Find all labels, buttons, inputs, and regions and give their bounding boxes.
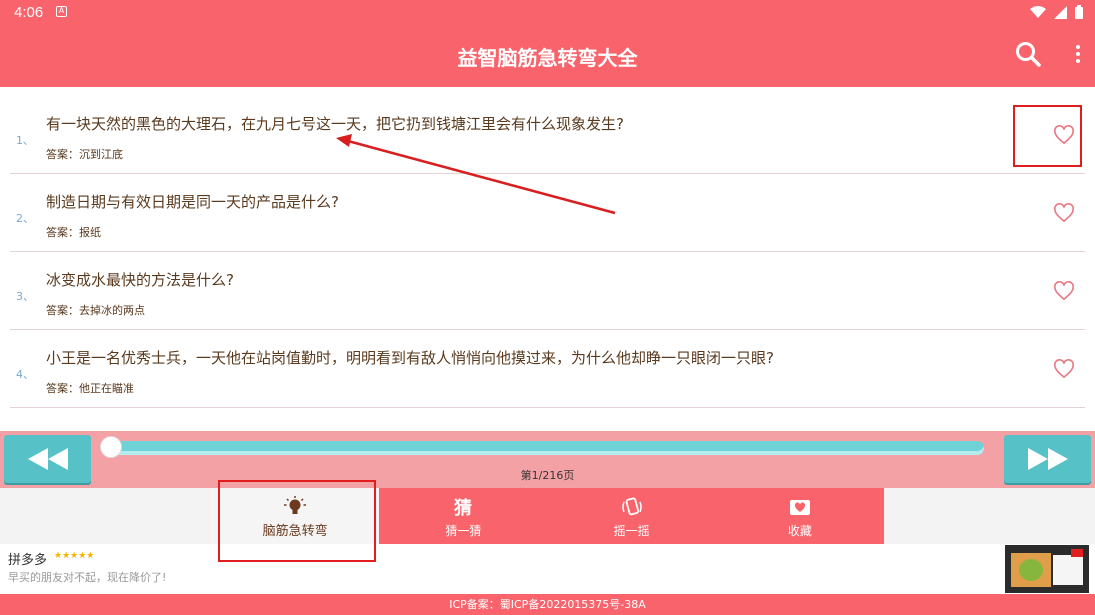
bottom-tabs: 脑筋急转弯 猜 猜一猜 摇一摇 收藏	[0, 488, 1095, 544]
riddle-item[interactable]: 1、 有一块天然的黑色的大理石，在九月七号这一天，把它扔到钱塘江里会有什么现象发…	[10, 97, 1085, 174]
page-slider-track[interactable]	[112, 441, 984, 455]
item-number: 1、	[16, 134, 34, 147]
item-answer: 答案：去掉冰的两点	[46, 304, 145, 317]
tab-label: 猜一猜	[445, 524, 482, 538]
tab-favorites[interactable]: 收藏	[716, 488, 884, 544]
tab-guess[interactable]: 猜 猜一猜	[379, 488, 547, 544]
ad-name: 拼多多	[8, 553, 48, 568]
riddle-item[interactable]: 3、 冰变成水最快的方法是什么? 答案：去掉冰的两点	[10, 253, 1085, 330]
favorite-heart-icon[interactable]	[1053, 359, 1075, 379]
item-question: 冰变成水最快的方法是什么?	[46, 271, 234, 289]
more-vert-icon[interactable]	[1075, 43, 1081, 65]
tab-label: 收藏	[787, 524, 812, 538]
fast-forward-icon	[1028, 448, 1068, 470]
item-number: 3、	[16, 290, 34, 303]
page-indicator: 第1/216页	[520, 469, 575, 482]
annotation-box	[218, 480, 376, 562]
app-bar: 益智脑筋急转弯大全	[0, 25, 1095, 87]
item-answer: 答案：沉到江底	[46, 148, 123, 161]
annotation-box	[1013, 105, 1082, 167]
ad-thumbnail[interactable]	[1005, 545, 1089, 593]
item-question: 制造日期与有效日期是同一天的产品是什么?	[46, 193, 339, 211]
guess-icon: 猜	[453, 498, 472, 518]
item-number: 2、	[16, 212, 34, 225]
system-icons	[1030, 5, 1083, 19]
status-time: 4:06	[14, 4, 44, 21]
ad-banner[interactable]: 拼多多 ★★★★★ 早买的朋友对不起，现在降价了!	[0, 544, 1095, 594]
status-bar: 4:06 A	[0, 0, 1095, 25]
ad-description: 早买的朋友对不起，现在降价了!	[8, 571, 167, 584]
favorite-heart-icon[interactable]	[1053, 281, 1075, 301]
item-answer: 答案：他正在瞄准	[46, 382, 134, 395]
item-answer: 答案：报纸	[46, 226, 101, 239]
pager: 第1/216页	[0, 431, 1095, 488]
icp-footer: ICP备案：蜀ICP备2022015375号-38A	[0, 594, 1095, 615]
page-title: 益智脑筋急转弯大全	[457, 46, 638, 70]
favorites-icon	[789, 500, 810, 515]
shake-icon	[621, 497, 642, 516]
riddle-item[interactable]: 4、 小王是一名优秀士兵，一天他在站岗值勤时，明明看到有敌人悄悄向他摸过来，为什…	[10, 331, 1085, 408]
item-question: 有一块天然的黑色的大理石，在九月七号这一天，把它扔到钱塘江里会有什么现象发生?	[46, 115, 624, 133]
page-slider-thumb[interactable]	[100, 436, 122, 458]
notification-a-icon: A	[56, 6, 67, 17]
svg-text:猜: 猜	[453, 498, 472, 518]
favorite-heart-icon[interactable]	[1053, 203, 1075, 223]
ad-rating-stars: ★★★★★	[54, 551, 95, 561]
search-icon[interactable]	[1015, 41, 1041, 67]
wifi-icon	[1030, 5, 1046, 18]
next-page-button[interactable]	[1004, 435, 1091, 483]
riddle-item[interactable]: 2、 制造日期与有效日期是同一天的产品是什么? 答案：报纸	[10, 175, 1085, 252]
tab-shake[interactable]: 摇一摇	[548, 488, 716, 544]
tab-label: 摇一摇	[613, 524, 650, 538]
item-question: 小王是一名优秀士兵，一天他在站岗值勤时，明明看到有敌人悄悄向他摸过来，为什么他却…	[46, 349, 774, 367]
signal-icon	[1054, 5, 1067, 19]
item-number: 4、	[16, 368, 34, 381]
battery-icon	[1075, 5, 1083, 19]
